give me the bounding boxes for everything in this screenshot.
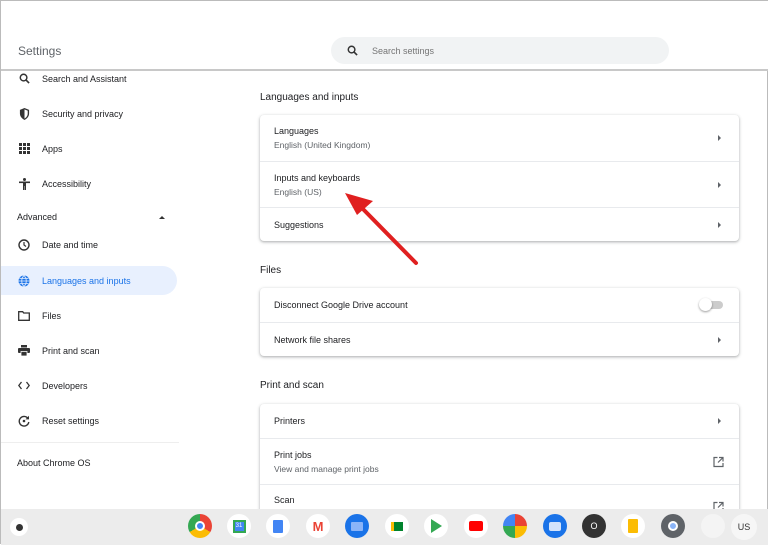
row-sublabel: English (United Kingdom)	[274, 140, 371, 150]
chrome-app-icon[interactable]	[188, 514, 212, 538]
sidebar-item-print-and-scan[interactable]: Print and scan	[1, 336, 177, 365]
sidebar-item-label: Date and time	[42, 239, 99, 250]
sidebar-item-reset-settings[interactable]: Reset settings	[1, 406, 177, 435]
files-card: Disconnect Google Drive account Network …	[260, 288, 739, 356]
shelf: 31 M O US	[1, 509, 768, 545]
blank-app-icon[interactable]	[701, 514, 725, 538]
meet-app-icon[interactable]	[385, 514, 409, 538]
chevron-right-icon	[718, 221, 721, 228]
apps-grid-icon	[17, 142, 31, 156]
calendar-date: 31	[232, 519, 246, 533]
row-label: Languages	[274, 126, 319, 136]
search-icon	[17, 72, 31, 86]
advanced-label: Advanced	[17, 212, 58, 222]
sidebar-item-label: Apps	[42, 143, 63, 154]
suggestions-row[interactable]: Suggestions	[260, 207, 739, 241]
sidebar-item-apps[interactable]: Apps	[1, 134, 177, 163]
status-area-user[interactable]: US	[731, 514, 757, 540]
row-label: Suggestions	[274, 219, 324, 230]
photos-app-icon[interactable]	[503, 514, 527, 538]
sidebar-item-label: Languages and inputs	[42, 275, 131, 286]
row-label: Print jobs	[274, 449, 312, 460]
section-title-files: Files	[260, 265, 282, 276]
sidebar-item-label: Files	[42, 310, 62, 321]
calendar-app-icon[interactable]: 31	[227, 514, 251, 538]
row-sublabel: View and manage print jobs	[274, 463, 379, 474]
disconnect-drive-toggle[interactable]	[699, 298, 723, 311]
chevron-right-icon	[718, 336, 721, 343]
page-title: Settings	[18, 44, 62, 58]
sidebar-item-search-and-assistant[interactable]: Search and Assistant	[1, 64, 177, 93]
reset-icon	[17, 414, 31, 428]
search-box[interactable]	[331, 37, 669, 64]
sidebar-item-date-and-time[interactable]: Date and time	[1, 230, 177, 259]
gmail-app-icon[interactable]: M	[306, 514, 330, 538]
external-link-icon	[713, 456, 724, 467]
search-input[interactable]	[372, 45, 632, 56]
sidebar-divider	[1, 442, 179, 443]
printers-row[interactable]: Printers	[260, 404, 739, 438]
languages-card: Languages English (United Kingdom) Inputs…	[260, 115, 739, 241]
chevron-right-icon	[718, 135, 721, 141]
row-sublabel: English (US)	[274, 186, 322, 197]
printer-icon	[17, 344, 31, 358]
sidebar-item-label: Reset settings	[42, 415, 100, 426]
sidebar-item-developers[interactable]: Developers	[1, 371, 177, 400]
print-card: Printers Print jobs View and manage print…	[260, 404, 739, 514]
header: Settings	[1, 1, 768, 71]
sidebar-item-files[interactable]: Files	[1, 301, 177, 330]
row-label: Network file shares	[274, 334, 351, 345]
keep-app-icon[interactable]	[621, 514, 645, 538]
settings-app-icon[interactable]	[661, 514, 685, 538]
languages-row[interactable]: Languages English (United Kingdom)	[260, 115, 739, 161]
sidebar-item-label: Accessibility	[42, 178, 92, 189]
shield-icon	[17, 107, 31, 121]
section-title-languages: Languages and inputs	[260, 92, 359, 103]
print-jobs-row[interactable]: Print jobs View and manage print jobs	[260, 438, 739, 484]
chevron-right-icon	[718, 418, 721, 424]
chevron-right-icon	[718, 181, 721, 188]
folder-icon	[17, 309, 31, 323]
inputs-and-keyboards-row[interactable]: Inputs and keyboards English (US)	[260, 161, 739, 207]
sidebar-item-about-chrome-os[interactable]: About Chrome OS	[17, 458, 91, 468]
sidebar-item-security-and-privacy[interactable]: Security and privacy	[1, 99, 177, 128]
network-file-shares-row[interactable]: Network file shares	[260, 322, 739, 356]
globe-icon	[17, 274, 31, 288]
search-icon	[347, 45, 358, 56]
sidebar-item-languages-and-inputs[interactable]: Languages and inputs	[1, 266, 177, 295]
youtube-app-icon[interactable]	[464, 514, 488, 538]
play-store-app-icon[interactable]	[424, 514, 448, 538]
accessibility-icon	[17, 177, 31, 191]
disconnect-drive-row: Disconnect Google Drive account	[260, 288, 739, 322]
sidebar-item-label: Security and privacy	[42, 108, 124, 119]
sidebar-item-label: Developers	[42, 380, 88, 391]
row-label: Inputs and keyboards	[274, 172, 361, 183]
files-app-icon[interactable]	[345, 514, 369, 538]
docs-app-icon[interactable]	[266, 514, 290, 538]
caret-up-icon	[159, 216, 165, 219]
sidebar-item-accessibility[interactable]: Accessibility	[1, 169, 177, 198]
o-app-icon[interactable]: O	[582, 514, 606, 538]
row-label: Scan	[274, 495, 295, 505]
code-icon	[17, 379, 31, 393]
row-label: Printers	[274, 416, 306, 426]
launcher-button[interactable]	[10, 518, 28, 536]
row-label: Disconnect Google Drive account	[274, 300, 408, 310]
clock-icon	[17, 238, 31, 252]
sidebar-item-label: Print and scan	[42, 345, 100, 356]
advanced-toggle[interactable]: Advanced	[17, 212, 165, 222]
section-title-print: Print and scan	[260, 380, 324, 391]
messages-app-icon[interactable]	[543, 514, 567, 538]
sidebar-item-label: Search and Assistant	[42, 73, 127, 84]
